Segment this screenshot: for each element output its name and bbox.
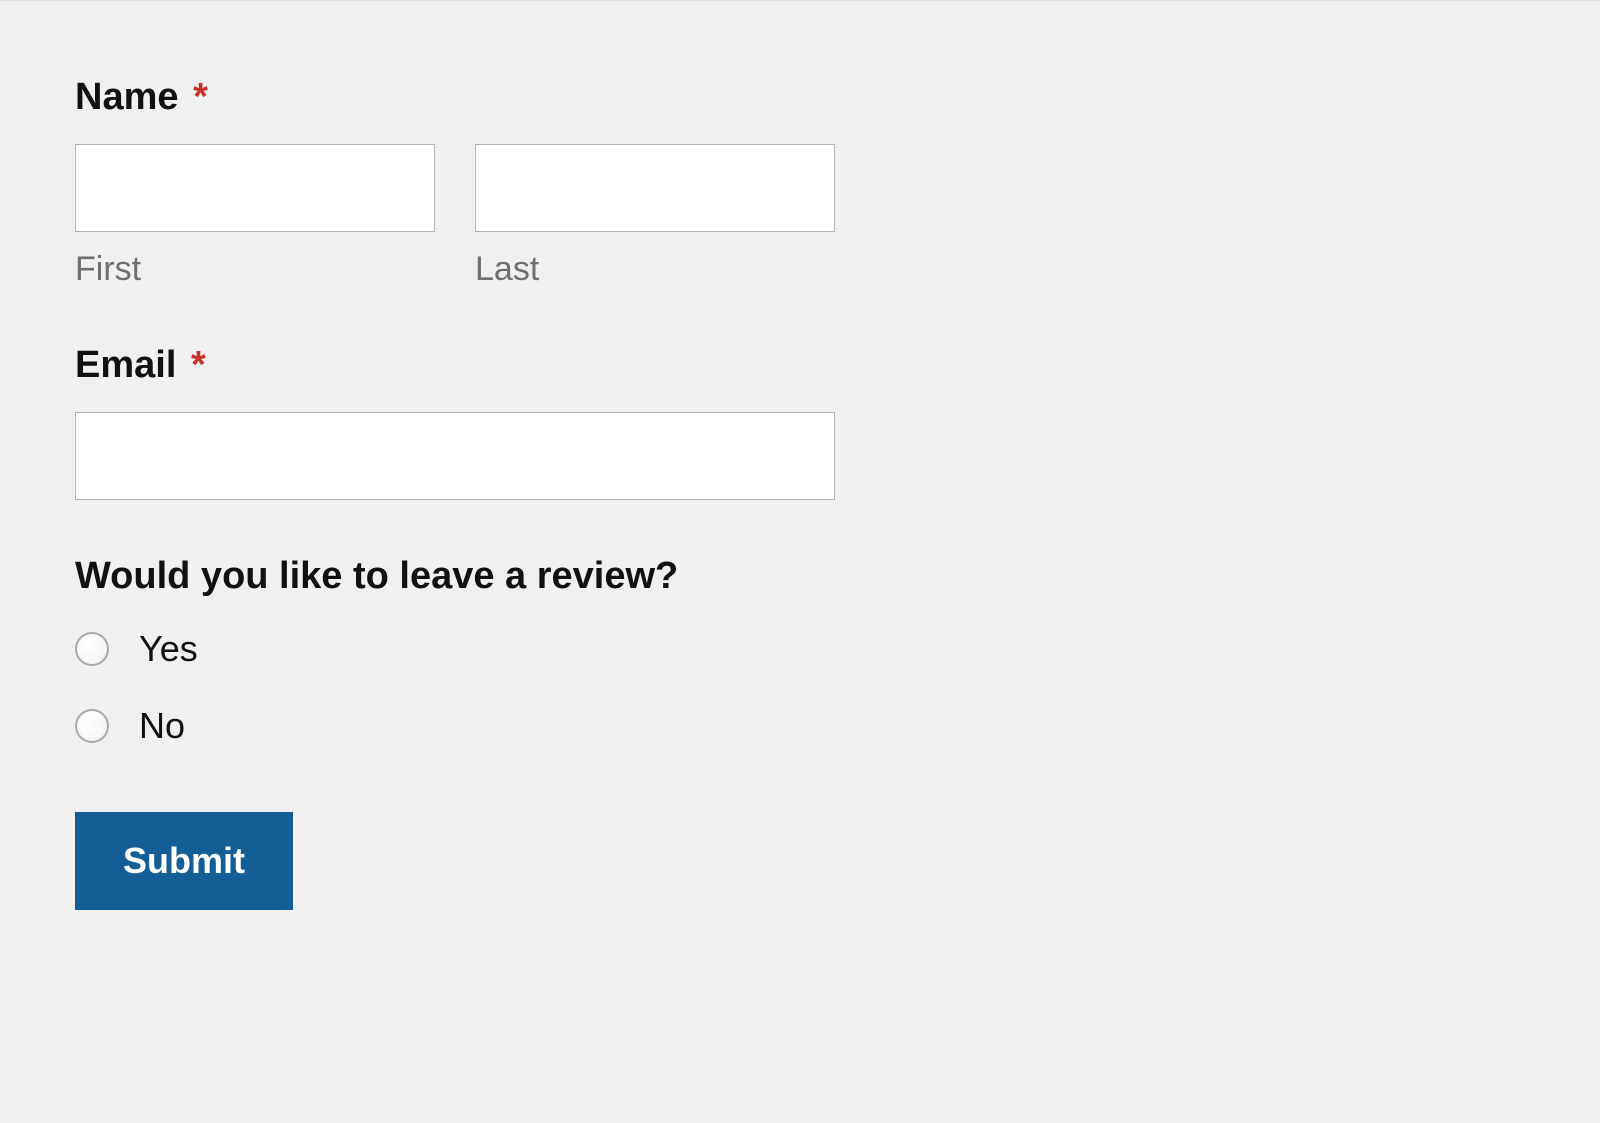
name-field-group: Name * First Last (75, 76, 1525, 289)
name-label: Name * (75, 76, 1525, 119)
submit-button[interactable]: Submit (75, 812, 293, 910)
radio-icon[interactable] (75, 632, 109, 666)
review-option-no-label: No (139, 705, 185, 747)
last-name-sublabel: Last (475, 250, 835, 289)
first-name-input[interactable] (75, 144, 435, 232)
email-label-text: Email (75, 344, 176, 386)
review-option-no[interactable]: No (75, 705, 1525, 747)
name-row: First Last (75, 144, 1525, 289)
name-label-text: Name (75, 76, 179, 118)
email-field-group: Email * (75, 344, 1525, 500)
required-star-icon: * (193, 76, 208, 118)
review-option-yes-label: Yes (139, 628, 198, 670)
last-name-col: Last (475, 144, 835, 289)
review-option-yes[interactable]: Yes (75, 628, 1525, 670)
review-field-group: Would you like to leave a review? Yes No (75, 555, 1525, 747)
first-name-sublabel: First (75, 250, 435, 289)
required-star-icon: * (191, 344, 206, 386)
last-name-input[interactable] (475, 144, 835, 232)
review-radio-group: Yes No (75, 628, 1525, 747)
email-label: Email * (75, 344, 1525, 387)
radio-icon[interactable] (75, 709, 109, 743)
review-label: Would you like to leave a review? (75, 555, 1525, 598)
first-name-col: First (75, 144, 435, 289)
email-input[interactable] (75, 412, 835, 500)
